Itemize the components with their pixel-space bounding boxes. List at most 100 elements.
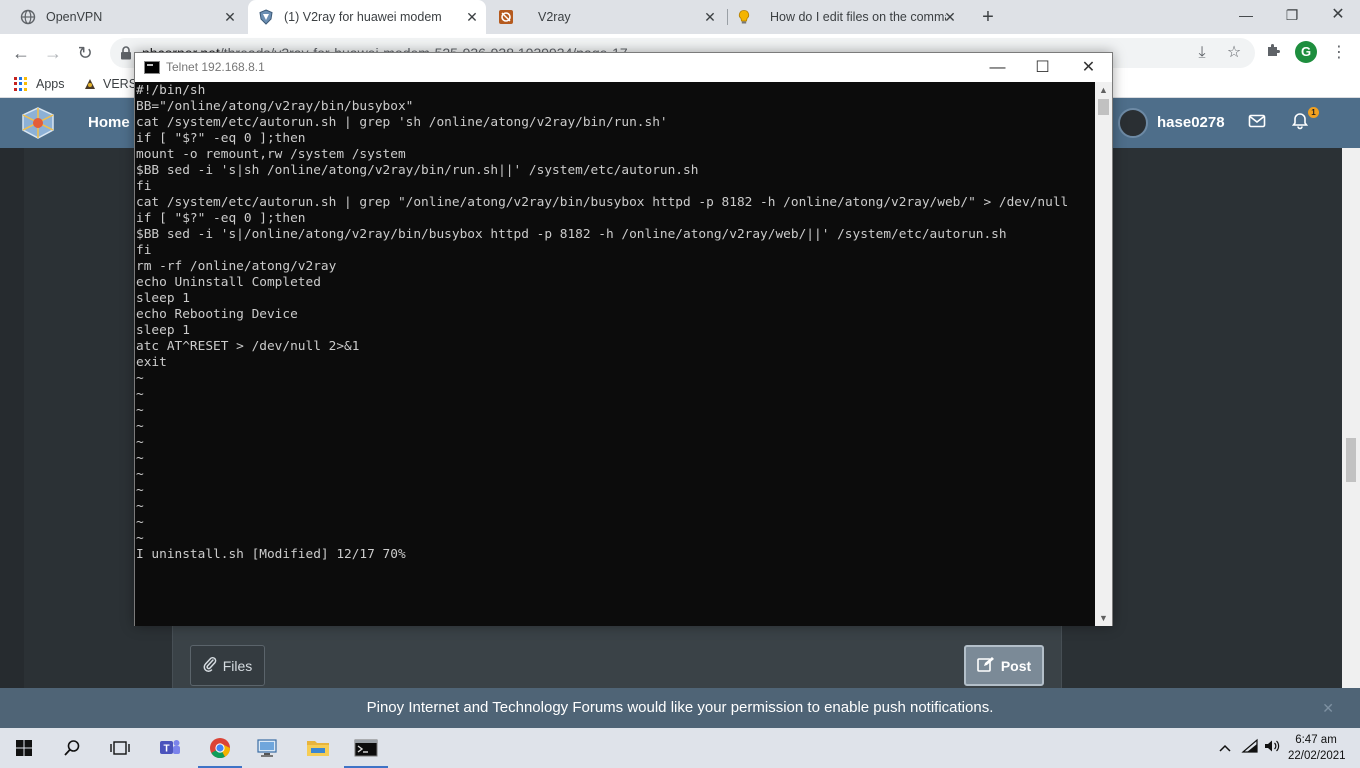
telnet-window-title: Telnet 192.168.8.1 [166, 60, 265, 74]
chrome-app-icon[interactable] [198, 734, 242, 768]
terminal-scrollbar[interactable]: ▲ ▼ [1095, 82, 1112, 626]
scroll-up-arrow-icon[interactable]: ▲ [1095, 82, 1112, 98]
terminal-line: cat /system/etc/autorun.sh | grep "/onli… [136, 195, 1069, 210]
minimize-window-button[interactable]: — [1223, 0, 1269, 30]
terminal-line: if [ "$?" -eq 0 ];then [136, 211, 306, 226]
wifi-network-icon[interactable] [1240, 738, 1260, 758]
browser-tab-bar: OpenVPN ✕ (1) V2ray for huawei modem [52… [0, 0, 1360, 34]
user-avatar[interactable] [1118, 108, 1148, 138]
terminal-text: #!/bin/sh BB="/online/atong/v2ray/bin/bus… [136, 83, 1068, 563]
terminal-line: ~ [136, 419, 144, 434]
windows-start-icon[interactable] [10, 734, 38, 762]
telnet-window[interactable]: Telnet 192.168.8.1 — ☐ ✕ #!/bin/sh BB="/o… [134, 52, 1113, 626]
restore-window-button[interactable]: ❐ [1269, 0, 1315, 30]
forward-button[interactable]: → [41, 41, 65, 65]
terminal-line: if [ "$?" -eq 0 ];then [136, 131, 306, 146]
push-banner-message: Pinoy Internet and Technology Forums wou… [366, 699, 994, 716]
terminal-line: $BB sed -i 's|/online/atong/v2ray/bin/bu… [136, 227, 1007, 242]
telnet-maximize-button[interactable]: ☐ [1020, 53, 1065, 82]
search-icon[interactable] [58, 734, 86, 762]
command-prompt-icon[interactable] [344, 734, 388, 768]
terminal-line: sleep 1 [136, 323, 190, 338]
show-hidden-icons-chevron-icon[interactable] [1215, 738, 1235, 758]
terminal-scrollbar-thumb[interactable] [1098, 99, 1109, 115]
notification-badge: 1 [1308, 107, 1319, 118]
telnet-close-button[interactable]: ✕ [1066, 53, 1111, 82]
terminal-line: ~ [136, 435, 144, 450]
terminal-line: ~ [136, 371, 144, 386]
terminal-line: echo Rebooting Device [136, 307, 298, 322]
tab-v2ray-huawei[interactable]: (1) V2ray for huawei modem [525 ✕ [248, 0, 486, 34]
terminal-line: ~ [136, 403, 144, 418]
close-window-button[interactable]: ✕ [1315, 0, 1360, 30]
inbox-envelope-icon[interactable] [1248, 112, 1268, 132]
tab-openvpn[interactable]: OpenVPN ✕ [0, 0, 246, 34]
network-app-icon[interactable] [254, 734, 282, 762]
username-link[interactable]: hase0278 [1157, 114, 1225, 131]
terminal-line: sleep 1 [136, 291, 190, 306]
terminal-line: mount -o remount,rw /system /system [136, 147, 406, 162]
scroll-down-arrow-icon[interactable]: ▼ [1095, 610, 1112, 626]
close-tab-icon[interactable]: ✕ [222, 9, 238, 25]
terminal-line: ~ [136, 451, 144, 466]
terminal-line: I uninstall.sh [Modified] 12/17 70% [136, 547, 406, 562]
extensions-puzzle-icon[interactable] [1262, 42, 1284, 64]
push-banner-close-icon[interactable]: ✕ [1322, 688, 1334, 728]
nav-home-link[interactable]: Home [88, 114, 130, 131]
install-app-icon[interactable]: ⤓ [1191, 42, 1213, 64]
edit-pencil-icon [977, 656, 995, 675]
clock-date: 22/02/2021 [1288, 750, 1346, 762]
system-clock[interactable]: 6:47 am 22/02/2021 [1288, 732, 1346, 764]
terminal-line: cat /system/etc/autorun.sh | grep 'sh /o… [136, 115, 668, 130]
teams-app-icon[interactable]: T [156, 734, 184, 762]
reload-button[interactable]: ↻ [73, 41, 97, 65]
speaker-volume-icon[interactable] [1262, 738, 1282, 758]
close-tab-icon[interactable]: ✕ [702, 9, 718, 25]
terminal-line: fi [136, 243, 152, 258]
terminal-line: rm -rf /online/atong/v2ray [136, 259, 337, 274]
tab-title: OpenVPN [46, 10, 103, 24]
terminal-line: #!/bin/sh [136, 83, 206, 98]
v2ray-icon [498, 9, 514, 25]
file-explorer-icon[interactable] [304, 734, 332, 762]
paperclip-icon [203, 656, 217, 675]
globe-icon [20, 9, 36, 25]
bookmark-vers[interactable]: VERS [83, 77, 137, 91]
tab-v2ray[interactable]: V2ray ✕ [488, 0, 726, 34]
terminal-line: exit [136, 355, 167, 370]
post-reply-button[interactable]: Post [964, 645, 1044, 686]
tab-edit-files[interactable]: How do I edit files on the comma ✕ [728, 0, 964, 34]
bookmark-apps[interactable]: Apps [14, 77, 65, 91]
terminal-line: atc AT^RESET > /dev/null 2>&1 [136, 339, 360, 354]
terminal-screen[interactable]: #!/bin/sh BB="/online/atong/v2ray/bin/bus… [135, 82, 1095, 626]
terminal-line: echo Uninstall Completed [136, 275, 321, 290]
lock-icon[interactable] [120, 46, 132, 60]
back-button[interactable]: ← [9, 41, 33, 65]
telnet-titlebar[interactable]: Telnet 192.168.8.1 — ☐ ✕ [135, 53, 1112, 82]
files-label: Files [222, 657, 253, 674]
terminal-line: ~ [136, 387, 144, 402]
task-view-icon[interactable] [106, 734, 134, 762]
terminal-line: ~ [136, 515, 144, 530]
browser-menu-icon[interactable]: ⋮ [1328, 42, 1350, 64]
tab-title: How do I edit files on the comma [770, 10, 946, 24]
bookmark-favicon-icon [83, 77, 97, 91]
post-label: Post [1000, 657, 1032, 674]
terminal-line: BB="/online/atong/v2ray/bin/busybox" [136, 99, 414, 114]
close-tab-icon[interactable]: ✕ [464, 9, 480, 25]
bookmark-star-icon[interactable]: ☆ [1223, 42, 1245, 64]
forum-logo-icon[interactable] [20, 106, 56, 140]
page-scrollbar[interactable] [1342, 148, 1360, 688]
terminal-line: $BB sed -i 's|sh /online/atong/v2ray/bin… [136, 163, 699, 178]
attach-files-button[interactable]: Files [190, 645, 265, 686]
telnet-minimize-button[interactable]: — [975, 53, 1020, 82]
terminal-line: ~ [136, 531, 144, 546]
close-tab-icon[interactable]: ✕ [942, 9, 958, 25]
terminal-line: fi [136, 179, 152, 194]
terminal-line: ~ [136, 499, 144, 514]
page-scrollbar-thumb[interactable] [1346, 438, 1356, 482]
console-app-icon [144, 61, 160, 74]
new-tab-button[interactable]: + [977, 6, 999, 28]
apps-grid-icon [14, 77, 28, 91]
profile-avatar[interactable]: G [1295, 41, 1317, 63]
